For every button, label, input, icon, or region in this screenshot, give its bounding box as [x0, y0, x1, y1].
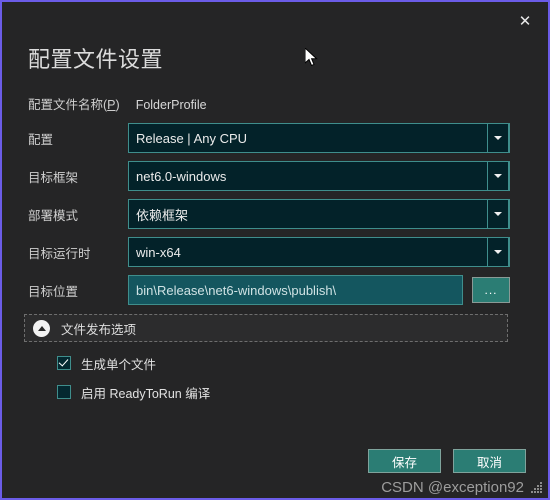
combo-target-runtime[interactable]: win-x64: [128, 237, 510, 267]
combo-configuration-value: Release | Any CPU: [136, 130, 248, 146]
checkbox-row-readytorun[interactable]: 启用 ReadyToRun 编译: [57, 380, 210, 404]
chevron-down-icon[interactable]: [487, 161, 509, 191]
profile-name-row: 配置文件名称(P) FolderProfile: [28, 94, 207, 113]
watermark-corner-icon: [531, 482, 542, 493]
chevron-down-icon[interactable]: [487, 123, 509, 153]
close-glyph: ✕: [518, 12, 532, 30]
combo-target-framework[interactable]: net6.0-windows: [128, 161, 510, 191]
checkbox-readytorun[interactable]: [57, 385, 71, 399]
file-publish-options-label: 文件发布选项: [61, 322, 137, 337]
combo-deployment-mode-value: 依赖框架: [136, 207, 189, 223]
publish-options-list: 生成单个文件 启用 ReadyToRun 编译: [57, 351, 210, 409]
field-row-target-location: 目标位置 bin\Release\net6-windows\publish\ .…: [28, 274, 510, 306]
label-target-framework: 目标框架: [28, 170, 79, 185]
combo-deployment-mode[interactable]: 依赖框架: [128, 199, 510, 229]
file-publish-options-expander[interactable]: 文件发布选项: [24, 314, 508, 342]
profile-name-label-prefix: 配置文件名称(: [28, 98, 108, 112]
profile-name-value: FolderProfile: [135, 98, 207, 112]
label-target-location: 目标位置: [28, 284, 79, 299]
profile-settings-dialog: ✕ 配置文件设置 配置文件名称(P) FolderProfile 配置 Rele…: [0, 0, 550, 500]
label-configuration: 配置: [28, 132, 54, 147]
mouse-cursor: [305, 48, 318, 67]
page-title: 配置文件设置: [28, 47, 164, 72]
checkbox-readytorun-label: 启用 ReadyToRun 编译: [81, 386, 211, 401]
close-icon[interactable]: ✕: [510, 8, 540, 34]
save-button[interactable]: 保存: [368, 449, 441, 473]
field-row-target-runtime: 目标运行时 win-x64: [28, 236, 510, 268]
chevron-up-icon: [33, 319, 50, 337]
chevron-down-icon[interactable]: [487, 237, 509, 267]
settings-form: 配置 Release | Any CPU 目标框架 net6.0-windows…: [28, 122, 510, 312]
field-row-target-framework: 目标框架 net6.0-windows: [28, 160, 510, 192]
checkbox-row-single-file[interactable]: 生成单个文件: [57, 351, 210, 375]
combo-target-framework-value: net6.0-windows: [136, 168, 227, 184]
checkbox-single-file-label: 生成单个文件: [81, 357, 157, 372]
profile-name-label: 配置文件名称(P): [28, 94, 120, 113]
label-deployment-mode: 部署模式: [28, 208, 79, 223]
cancel-button[interactable]: 取消: [453, 449, 526, 473]
combo-target-runtime-value: win-x64: [136, 244, 181, 260]
field-row-configuration: 配置 Release | Any CPU: [28, 122, 510, 154]
browse-button[interactable]: ...: [472, 277, 510, 303]
dialog-footer: 保存 取消: [368, 449, 526, 473]
profile-name-label-suffix: ): [115, 98, 120, 112]
watermark-text: CSDN @exception92: [381, 479, 524, 496]
target-location-input[interactable]: bin\Release\net6-windows\publish\: [128, 275, 463, 305]
field-row-deployment-mode: 部署模式 依赖框架: [28, 198, 510, 230]
label-target-runtime: 目标运行时: [28, 246, 91, 261]
checkbox-single-file[interactable]: [57, 356, 71, 370]
profile-name-accelerator: P: [107, 98, 116, 112]
chevron-down-icon[interactable]: [487, 199, 509, 229]
combo-configuration[interactable]: Release | Any CPU: [128, 123, 510, 153]
target-location-value: bin\Release\net6-windows\publish\: [136, 282, 337, 298]
